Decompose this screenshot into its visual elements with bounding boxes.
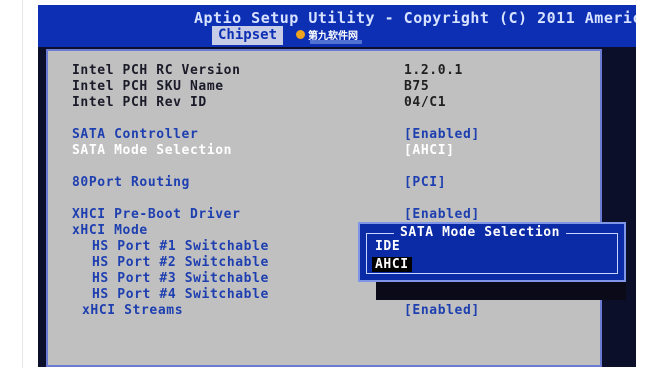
setting-80port-routing-value[interactable]: [PCI]: [404, 175, 446, 190]
setting-sata-mode-selection-value[interactable]: [AHCI]: [404, 143, 455, 158]
setting-sata-controller-value[interactable]: [Enabled]: [404, 127, 480, 142]
setting-hs-port-1-switchable[interactable]: HS Port #1 Switchable: [92, 239, 269, 254]
info-label-sku-name: Intel PCH SKU Name: [72, 79, 224, 94]
setting-xhci-preboot-driver[interactable]: XHCI Pre-Boot Driver: [72, 207, 241, 222]
info-value-sku-name: B75: [404, 79, 430, 94]
info-value-rev-id: 04/C1: [404, 95, 447, 110]
popup-option-ide[interactable]: IDE: [372, 239, 403, 254]
page-divider: [22, 0, 23, 368]
setting-xhci-preboot-driver-value[interactable]: [Enabled]: [404, 207, 480, 222]
setting-hs-port-2-switchable[interactable]: HS Port #2 Switchable: [92, 255, 269, 270]
popup-shadow: [376, 282, 626, 300]
info-label-rc-version: Intel PCH RC Version: [72, 63, 241, 78]
bios-screen: Aptio Setup Utility - Copyright (C) 2011…: [38, 5, 636, 367]
info-value-rc-version: 1.2.0.1: [404, 63, 463, 78]
setting-80port-routing[interactable]: 80Port Routing: [72, 175, 190, 190]
popup-option-ahci[interactable]: AHCI: [372, 257, 412, 272]
bios-title: Aptio Setup Utility - Copyright (C) 2011…: [194, 9, 636, 27]
sata-mode-popup: SATA Mode Selection IDE AHCI: [358, 222, 626, 282]
setting-hs-port-4-switchable[interactable]: HS Port #4 Switchable: [92, 287, 269, 302]
bios-header: Aptio Setup Utility - Copyright (C) 2011…: [38, 5, 636, 47]
setting-sata-mode-selection[interactable]: SATA Mode Selection: [72, 143, 232, 158]
settings-panel: Intel PCH RC Version 1.2.0.1 Intel PCH S…: [46, 49, 602, 367]
watermark-logo-icon: [296, 30, 305, 39]
setting-hs-port-3-switchable[interactable]: HS Port #3 Switchable: [92, 271, 269, 286]
watermark-underline: [310, 40, 362, 44]
setting-xhci-mode[interactable]: xHCI Mode: [72, 223, 148, 238]
popup-title: SATA Mode Selection: [394, 225, 567, 240]
setting-xhci-streams-value[interactable]: [Enabled]: [404, 303, 480, 318]
setting-sata-controller[interactable]: SATA Controller: [72, 127, 198, 142]
tab-chipset[interactable]: Chipset: [212, 26, 284, 45]
setting-xhci-streams[interactable]: xHCI Streams: [82, 303, 183, 318]
info-label-rev-id: Intel PCH Rev ID: [72, 95, 207, 110]
